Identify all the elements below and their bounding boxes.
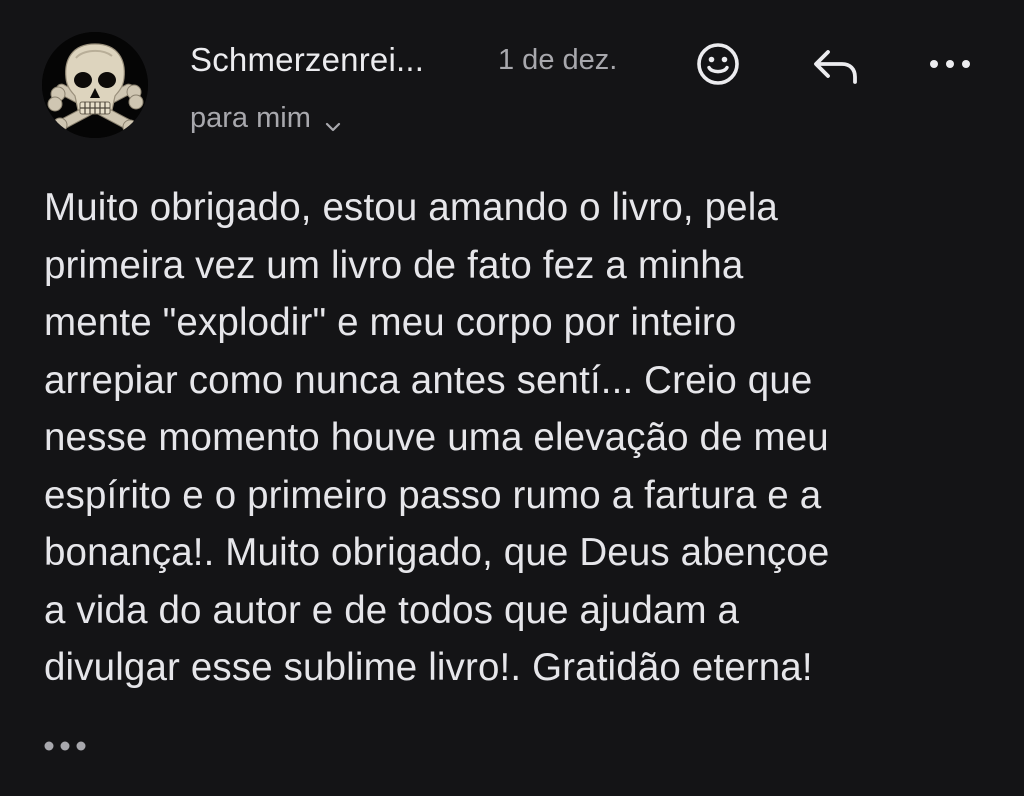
chevron-down-icon [323, 108, 343, 132]
message-body: Muito obrigado, estou amando o livro, pe… [44, 179, 994, 697]
reply-button[interactable] [806, 34, 866, 94]
message-line: a vida do autor e de todos que ajudam a [44, 588, 740, 632]
recipient-toggle[interactable]: para mim [190, 98, 343, 138]
emoji-smile-icon [697, 43, 739, 85]
message-line: bonança!. Muito obrigado, que Deus abenç… [44, 531, 830, 574]
emoji-reaction-button[interactable] [688, 34, 748, 94]
message-line: Muito obrigado, estou amando o livro, pe… [44, 186, 778, 229]
ellipsis-icon [44, 741, 86, 751]
message-line: espírito e o primeiro passo rumo a fartu… [44, 473, 822, 517]
sender-avatar[interactable] [42, 32, 148, 138]
skull-icon [42, 32, 148, 138]
message-line: nesse momento houve uma elevação de meu [44, 416, 829, 459]
more-horizontal-icon [930, 60, 970, 68]
message-line: mente "explodir" e meu corpo por inteiro [44, 301, 737, 344]
show-trimmed-content-button[interactable] [40, 728, 100, 764]
message-line: divulgar esse sublime livro!. Gratidão e… [44, 646, 813, 689]
recipient-label: para mim [190, 102, 311, 134]
more-options-button[interactable] [920, 34, 980, 94]
reply-arrow-icon [814, 50, 857, 84]
sender-name[interactable]: Schmerzenrei... [190, 38, 480, 82]
message-date: 1 de dez. [498, 44, 618, 76]
message-line: primeira vez um livro de fato fez a minh… [44, 243, 744, 287]
message-line: arrepiar como nunca antes sentí... Creio… [44, 358, 813, 402]
message-header: Schmerzenrei... 1 de dez. para mim [0, 0, 1024, 160]
